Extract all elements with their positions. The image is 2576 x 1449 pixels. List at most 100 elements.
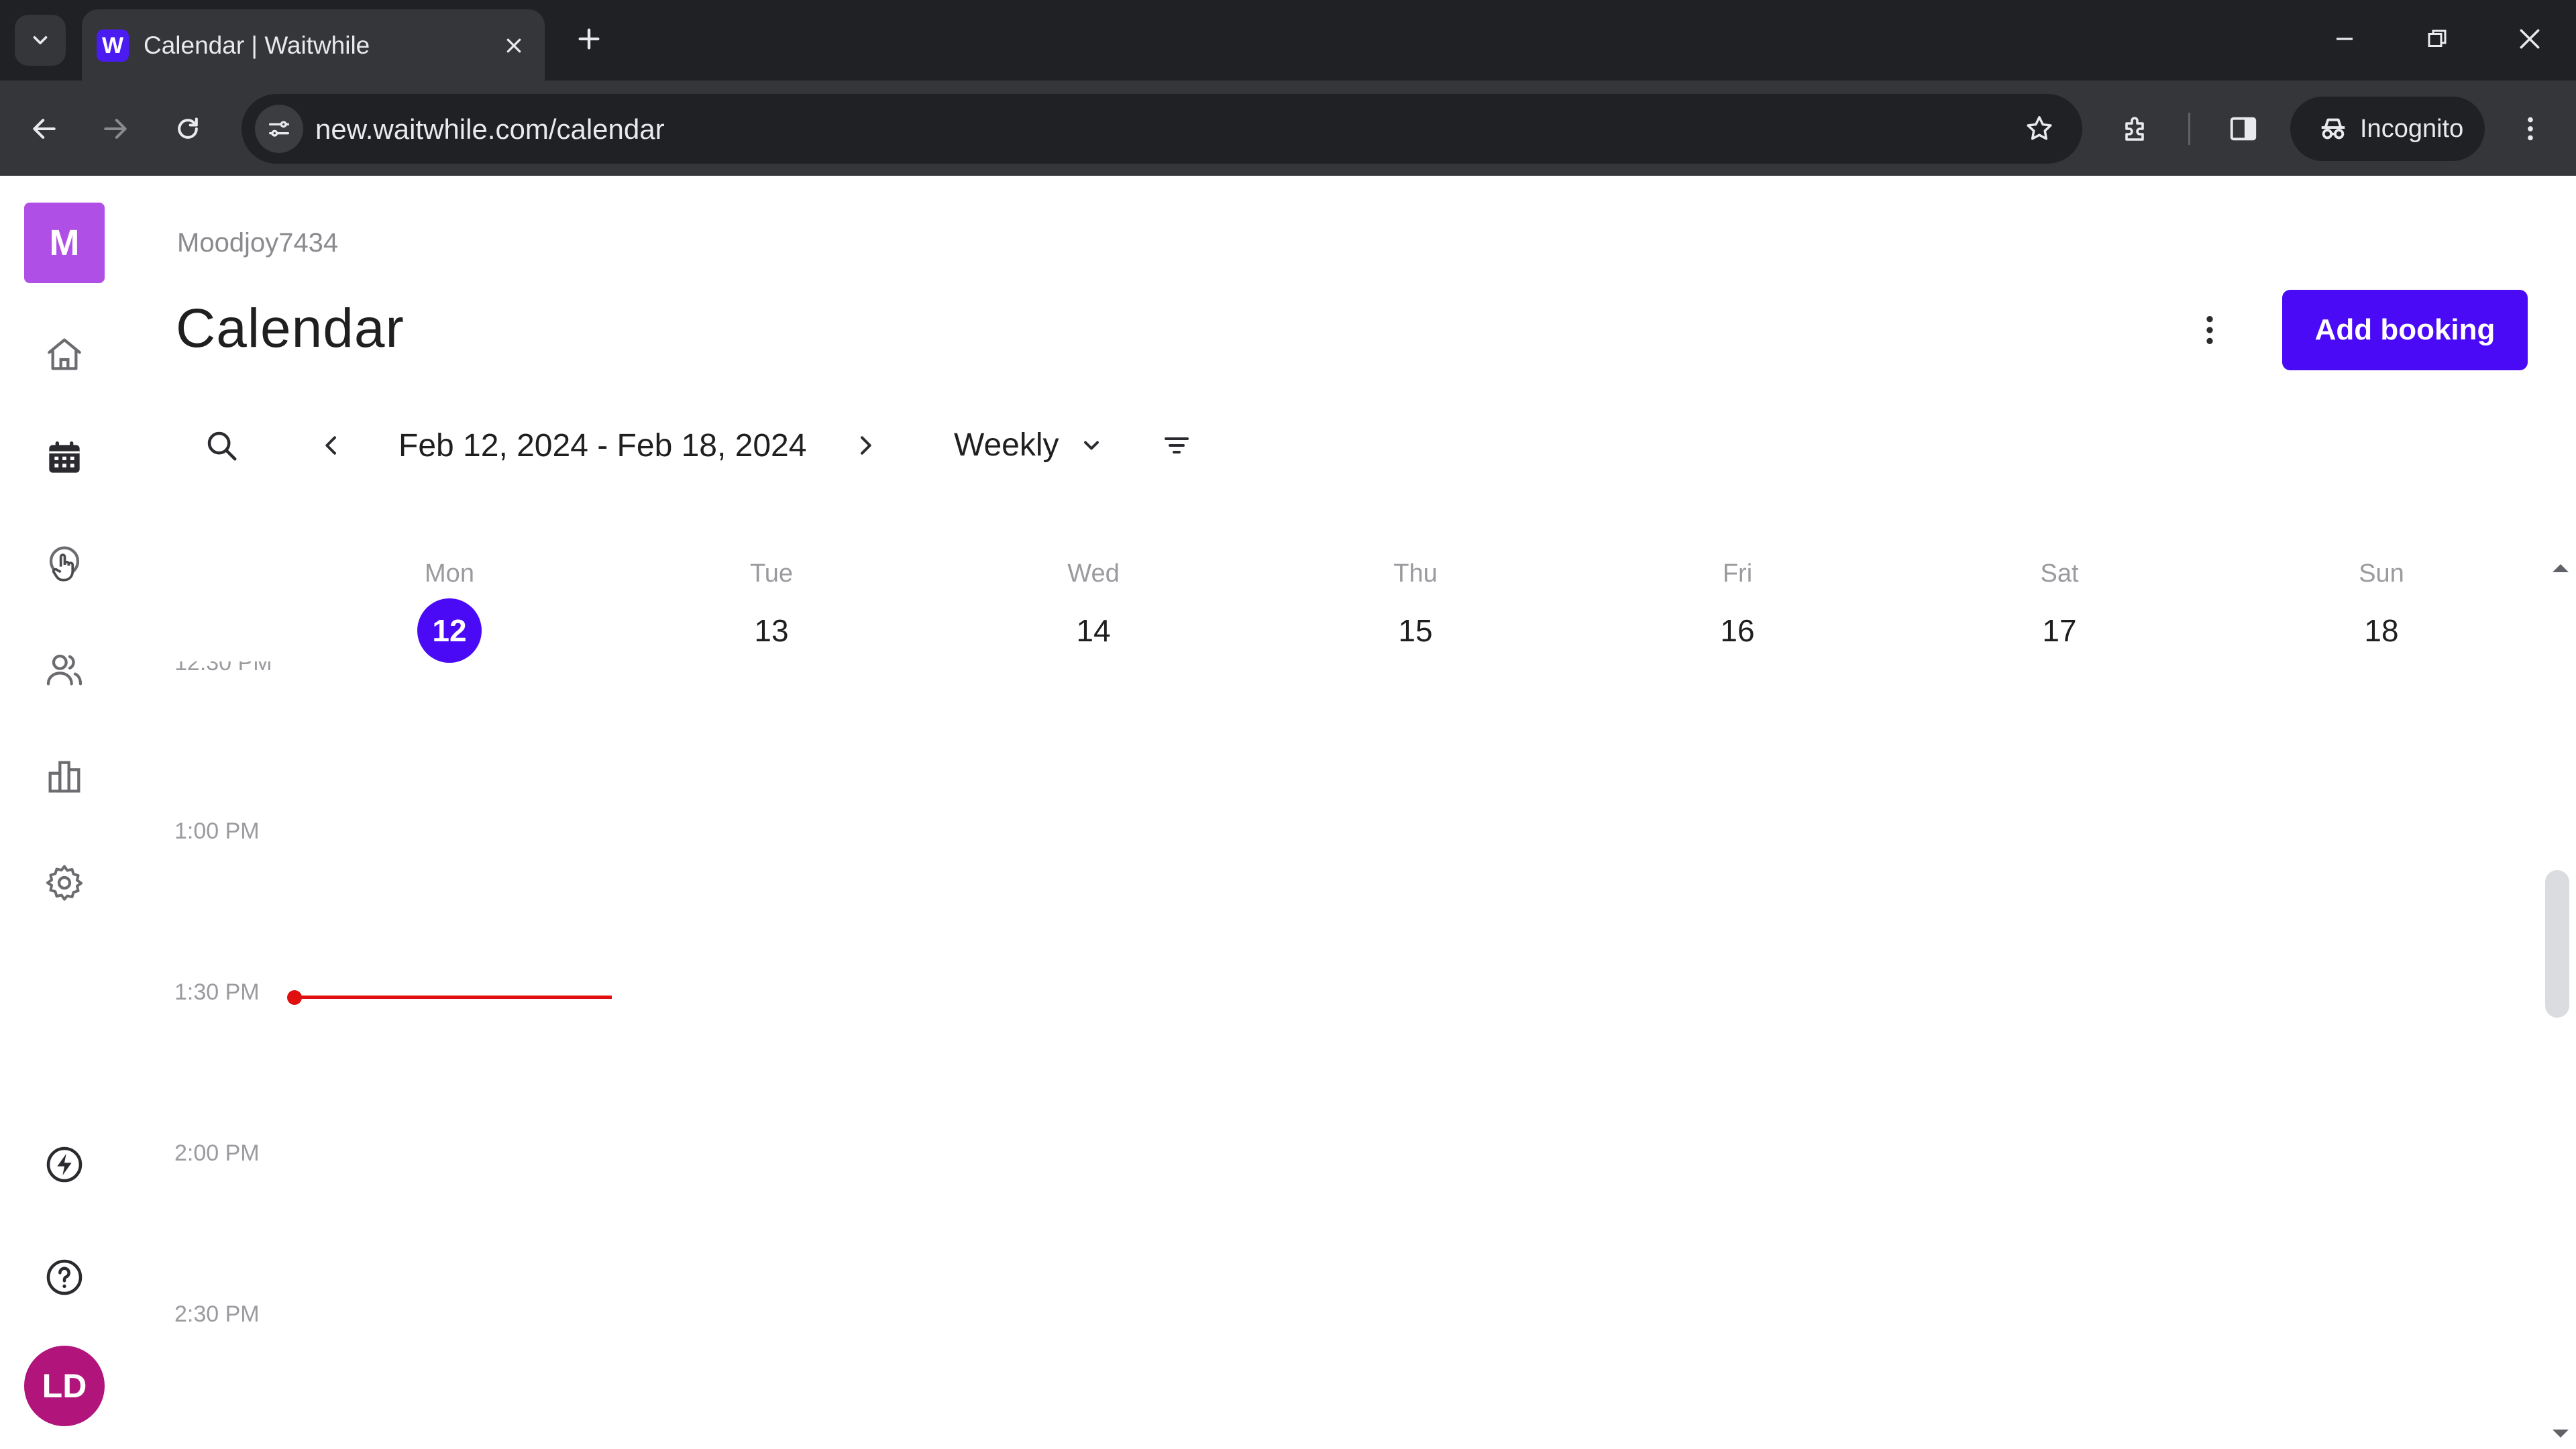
date-range-label[interactable]: Feb 12, 2024 - Feb 18, 2024 bbox=[398, 427, 806, 466]
search-icon bbox=[207, 431, 237, 461]
day-number-today: 12 bbox=[417, 598, 482, 663]
kebab-menu-icon bbox=[2206, 316, 2213, 344]
day-header[interactable]: Wed 14 bbox=[1026, 558, 1161, 663]
calendar-main: Moodjoy7434 Calendar Add booking Feb 12,… bbox=[129, 176, 2576, 1449]
view-selector-value: Weekly bbox=[954, 427, 1059, 463]
star-icon bbox=[2027, 116, 2052, 140]
browser-toolbar: new.waitwhile.com/calendar Incognito bbox=[0, 80, 2576, 176]
browser-menu-button[interactable] bbox=[2504, 102, 2557, 156]
scroll-up-arrow-icon[interactable] bbox=[2551, 558, 2571, 578]
home-icon bbox=[48, 338, 81, 370]
sidebar-item-settings[interactable] bbox=[38, 856, 91, 910]
day-name: Sun bbox=[2359, 559, 2404, 588]
minimize-icon bbox=[2337, 38, 2353, 40]
waitwhile-favicon-icon: W bbox=[97, 30, 129, 62]
day-number: 13 bbox=[754, 613, 789, 648]
chevron-left-icon bbox=[325, 436, 336, 455]
search-button[interactable] bbox=[195, 419, 248, 472]
calendar-icon bbox=[49, 441, 80, 473]
filter-button[interactable] bbox=[1150, 419, 1203, 472]
side-panel-button[interactable] bbox=[2216, 102, 2270, 156]
kebab-menu-icon bbox=[2528, 117, 2533, 141]
sidebar-item-calendar[interactable] bbox=[38, 431, 91, 484]
bookmark-button[interactable] bbox=[2017, 106, 2062, 152]
lightning-icon bbox=[46, 1146, 83, 1183]
sidebar-item-help[interactable] bbox=[38, 1250, 91, 1304]
chevron-right-icon bbox=[861, 436, 871, 455]
incognito-indicator[interactable]: Incognito bbox=[2290, 97, 2485, 161]
sidebar-item-whats-new[interactable] bbox=[38, 1138, 91, 1191]
site-info-button[interactable] bbox=[255, 105, 303, 153]
close-icon bbox=[2520, 29, 2540, 49]
day-name: Thu bbox=[1393, 559, 1438, 588]
reload-icon bbox=[178, 117, 198, 139]
side-panel-icon bbox=[2230, 117, 2257, 141]
url-text[interactable]: new.waitwhile.com/calendar bbox=[315, 113, 665, 146]
more-options-button[interactable] bbox=[2180, 301, 2239, 360]
day-name: Mon bbox=[425, 559, 474, 588]
customers-icon bbox=[46, 654, 83, 686]
user-avatar[interactable]: LD bbox=[24, 1346, 105, 1426]
minimize-window-button[interactable] bbox=[2308, 12, 2381, 66]
sidebar-item-analytics[interactable] bbox=[38, 750, 91, 804]
day-name: Sat bbox=[2040, 559, 2079, 588]
incognito-label: Incognito bbox=[2360, 115, 2464, 143]
time-label: 2:00 PM bbox=[174, 1140, 260, 1166]
workspace-name: Moodjoy7434 bbox=[177, 228, 339, 258]
arrow-left-icon bbox=[33, 119, 56, 139]
day-header[interactable]: Mon 12 bbox=[382, 558, 517, 663]
next-week-button[interactable] bbox=[839, 419, 892, 472]
chevron-down-icon bbox=[1078, 432, 1105, 459]
forward-button[interactable] bbox=[89, 102, 142, 156]
time-label: 12:30 PM bbox=[174, 661, 272, 675]
day-header[interactable]: Sun 18 bbox=[2314, 558, 2449, 663]
time-label: 1:30 PM bbox=[174, 979, 260, 1005]
day-name: Wed bbox=[1067, 559, 1120, 588]
day-number: 16 bbox=[1720, 613, 1755, 648]
puzzle-icon bbox=[2125, 117, 2144, 141]
time-label: 2:30 PM bbox=[174, 1301, 260, 1327]
previous-week-button[interactable] bbox=[305, 419, 358, 472]
restore-window-button[interactable] bbox=[2400, 12, 2474, 66]
sidebar-item-services[interactable] bbox=[38, 538, 91, 592]
extensions-button[interactable] bbox=[2109, 102, 2163, 156]
arrow-right-icon bbox=[104, 119, 127, 139]
reload-button[interactable] bbox=[161, 102, 215, 156]
day-header[interactable]: Tue 13 bbox=[704, 558, 839, 663]
day-number: 18 bbox=[2364, 613, 2399, 648]
settings-icon bbox=[46, 865, 83, 901]
day-header[interactable]: Thu 15 bbox=[1348, 558, 1483, 663]
close-window-button[interactable] bbox=[2493, 12, 2567, 66]
app-sidebar: M LD bbox=[0, 176, 129, 1449]
day-number: 15 bbox=[1398, 613, 1433, 648]
tab-close-button[interactable] bbox=[495, 27, 533, 64]
day-header[interactable]: Sat 17 bbox=[1992, 558, 2127, 663]
page-title: Calendar bbox=[176, 298, 405, 359]
plus-icon bbox=[578, 28, 600, 50]
scroll-down-arrow-icon[interactable] bbox=[2551, 1424, 2571, 1444]
add-booking-button[interactable]: Add booking bbox=[2282, 290, 2528, 370]
back-button[interactable] bbox=[17, 102, 71, 156]
new-tab-button[interactable] bbox=[565, 15, 613, 63]
current-time-line bbox=[297, 996, 612, 999]
tune-icon bbox=[269, 121, 289, 137]
restore-icon bbox=[2428, 30, 2447, 47]
sidebar-item-home[interactable] bbox=[38, 327, 91, 381]
help-icon bbox=[46, 1259, 83, 1295]
day-number: 17 bbox=[2042, 613, 2077, 648]
scrollbar-thumb[interactable] bbox=[2545, 870, 2569, 1018]
toolbar-divider bbox=[2188, 113, 2190, 145]
day-name: Tue bbox=[749, 559, 794, 588]
view-selector[interactable]: Weekly bbox=[954, 419, 1128, 472]
analytics-icon bbox=[48, 761, 80, 793]
workspace-switcher[interactable]: M bbox=[24, 203, 105, 283]
day-header[interactable]: Fri 16 bbox=[1670, 558, 1805, 663]
incognito-icon bbox=[2314, 110, 2352, 148]
tab-search-button[interactable] bbox=[15, 15, 66, 66]
day-name: Fri bbox=[1722, 559, 1753, 588]
sidebar-item-customers[interactable] bbox=[38, 643, 91, 696]
browser-tab-active[interactable]: W Calendar | Waitwhile bbox=[82, 9, 545, 80]
address-bar[interactable]: new.waitwhile.com/calendar bbox=[241, 94, 2082, 164]
tab-title: Calendar | Waitwhile bbox=[144, 32, 370, 59]
services-icon bbox=[49, 546, 80, 582]
